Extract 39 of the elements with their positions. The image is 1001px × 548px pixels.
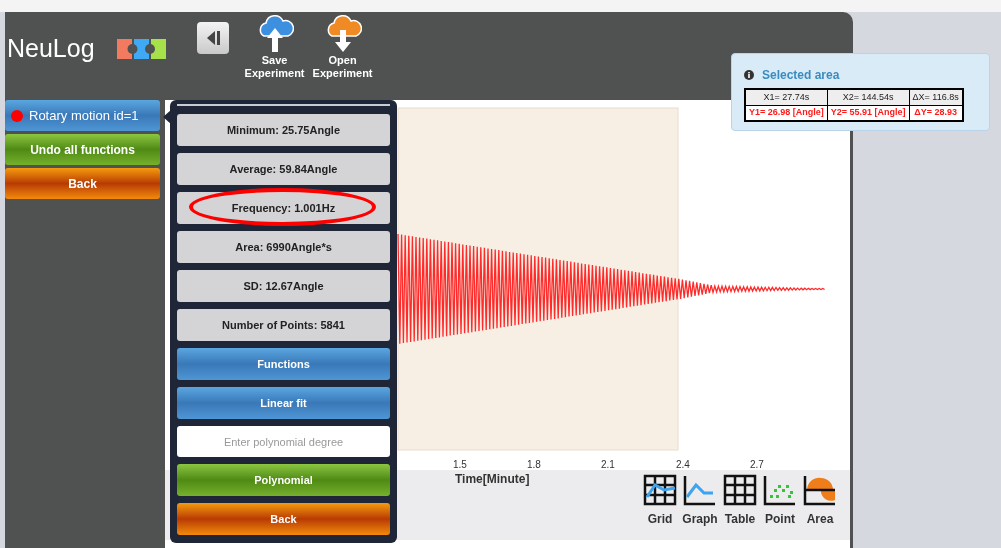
sidebar-button[interactable]: Undo all functions [5, 134, 160, 165]
x-tick-label: 2.7 [750, 458, 764, 472]
toolbar-button[interactable]: Open Experiment [310, 14, 375, 80]
panel-button[interactable]: Linear fit [177, 387, 390, 419]
statistic-value: Minimum: 25.75Angle [177, 114, 390, 146]
x-tick-label: 2.4 [676, 458, 690, 472]
panel-button[interactable]: Back [177, 503, 390, 535]
x-tick-label: 1.5 [453, 458, 467, 472]
selected-area-cell: ΔX= 116.8s [909, 89, 963, 105]
x-tick-label: 2.1 [601, 458, 615, 472]
statistic-value: SD: 12.67Angle [177, 270, 390, 302]
app-logo-text: NeuLog [7, 33, 95, 64]
grid-view-icon [642, 473, 678, 507]
area-view-icon [802, 473, 838, 507]
x-tick-label: 1.8 [527, 458, 541, 472]
selected-area-cell: X2= 144.54s [827, 89, 910, 105]
statistic-value: Area: 6990Angle*s [177, 231, 390, 263]
point-view-icon [762, 473, 798, 507]
statistic-value: Average: 59.84Angle [177, 153, 390, 185]
panel-button[interactable]: Functions [177, 348, 390, 380]
view-button[interactable]: Point [762, 473, 798, 528]
view-button[interactable]: Graph [682, 473, 718, 528]
selected-area-cell: X1= 27.74s [745, 89, 828, 105]
x-axis-title: Time[Minute] [455, 471, 530, 488]
view-button[interactable]: Grid [642, 473, 678, 528]
panel-button[interactable]: Polynomial [177, 464, 390, 496]
table-view-icon [722, 473, 758, 507]
sensor-button[interactable]: Rotary motion id=1 [5, 100, 160, 131]
view-button[interactable]: Table [722, 473, 758, 528]
logo-icon [116, 37, 167, 60]
statistic-value: Number of Points: 5841 [177, 309, 390, 341]
sidebar-button[interactable]: Back [5, 168, 160, 199]
graph-view-icon [682, 473, 718, 507]
info-icon [744, 70, 754, 80]
selected-area-title: Selected area [762, 67, 840, 84]
collapse-button[interactable] [196, 22, 229, 54]
toolbar-button[interactable]: Save Experiment [242, 14, 307, 80]
polynomial-degree-field[interactable]: Enter polynomial degree [177, 426, 390, 457]
view-button[interactable]: Area [802, 473, 838, 528]
